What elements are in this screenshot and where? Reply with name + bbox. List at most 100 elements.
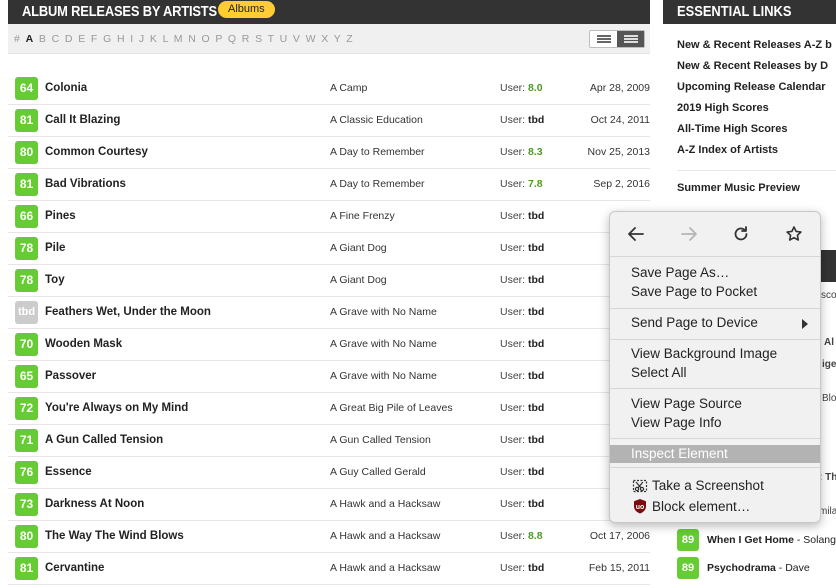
album-row[interactable]: 64 Colonia A Camp User: 8.0 Apr 28, 2009 (8, 73, 650, 105)
artist-link[interactable]: A Day to Remember (330, 178, 425, 190)
user-score: User: tbd (500, 498, 544, 510)
letter-rest[interactable]: B C D E F G H I J K L M N O P Q R S T U … (39, 33, 354, 45)
artist-link[interactable]: A Camp (330, 82, 367, 94)
metascore-badge[interactable]: 66 (15, 205, 38, 228)
artist-link[interactable]: A Hawk and a Hacksaw (330, 498, 440, 510)
album-title-link[interactable]: Bad Vibrations (45, 178, 126, 190)
sidebar-fragment: ige (822, 359, 836, 370)
album-row[interactable]: 81 Call It Blazing A Classic Education User… (8, 105, 650, 137)
album-row[interactable]: 73 Darkness At Noon A Hawk and a Hacksaw Us… (8, 489, 650, 521)
bookmark-button[interactable] (781, 222, 807, 246)
album-row[interactable]: 81 Bad Vibrations A Day to Remember User: 7… (8, 169, 650, 201)
back-button[interactable] (623, 222, 649, 246)
artist-link[interactable]: A Giant Dog (330, 242, 387, 254)
link-new-recent-date[interactable]: New & Recent Releases by D (677, 59, 832, 80)
album-title-link[interactable]: Wooden Mask (45, 338, 122, 350)
letter-selected[interactable]: A (26, 33, 35, 45)
menu-block-element[interactable]: Block element… (652, 498, 750, 516)
album-row[interactable]: 81 Cervantine A Hawk and a Hacksaw User: tb… (8, 553, 650, 585)
artist-link[interactable]: A Gun Called Tension (330, 434, 431, 446)
album-title-link[interactable]: Cervantine (45, 562, 104, 574)
metascore-badge[interactable]: 72 (15, 397, 38, 420)
album-title-link[interactable]: You're Always on My Mind (45, 402, 188, 414)
menu-save-page-as[interactable]: Save Page As… (631, 264, 729, 282)
menu-inspect-element[interactable]: Inspect Element (610, 445, 820, 463)
album-row[interactable]: 70 Wooden Mask A Grave with No Name User: t… (8, 329, 650, 361)
menu-view-background-image[interactable]: View Background Image (631, 345, 777, 363)
album-row[interactable]: 78PileA Giant DogUser: tbdMay (8, 233, 650, 265)
album-row[interactable]: 78ToyA Giant DogUser: tbdAug 2 (8, 265, 650, 297)
metascore-badge[interactable]: 80 (15, 141, 38, 164)
metascore-badge[interactable]: tbd (15, 301, 38, 324)
album-row[interactable]: 71 A Gun Called Tension A Gun Called Tensi… (8, 425, 650, 457)
album-row[interactable]: 80 Common Courtesy A Day to Remember User: … (8, 137, 650, 169)
link-summer-preview[interactable]: Summer Music Preview (677, 182, 800, 194)
menu-view-page-info[interactable]: View Page Info (631, 414, 722, 432)
album-title-link[interactable]: Feathers Wet, Under the Moon (45, 306, 211, 318)
artist-link[interactable]: A Day to Remember (330, 146, 425, 158)
album-title-link[interactable]: The Way The Wind Blows (45, 530, 184, 542)
album-title[interactable]: Psychodrama (707, 562, 776, 574)
menu-save-to-pocket[interactable]: Save Page to Pocket (631, 283, 757, 301)
album-row[interactable]: 76EssenceA Guy Called GeraldUser: tbdAug… (8, 457, 650, 489)
artist-link[interactable]: A Guy Called Gerald (330, 466, 426, 478)
metascore-badge[interactable]: 76 (15, 461, 38, 484)
album-title-link[interactable]: Colonia (45, 82, 87, 94)
album-title-link[interactable]: Pile (45, 242, 65, 254)
link-new-recent-az[interactable]: New & Recent Releases A-Z b (677, 38, 832, 59)
artist-link[interactable]: A Classic Education (330, 114, 423, 126)
album-row[interactable]: tbd Feathers Wet, Under the Moon A Grave w… (8, 297, 650, 329)
album-artist[interactable]: - Dave (776, 562, 810, 574)
artist-link[interactable]: A Great Big Pile of Leaves (330, 402, 453, 414)
album-title[interactable]: When I Get Home (707, 534, 794, 546)
album-title-link[interactable]: Call It Blazing (45, 114, 120, 126)
album-title-link[interactable]: Pines (45, 210, 76, 222)
menu-take-screenshot[interactable]: Take a Screenshot (652, 477, 764, 495)
release-date: Feb 15, 2011 (588, 562, 650, 574)
menu-send-to-device[interactable]: Send Page to Device (631, 314, 811, 332)
album-title-link[interactable]: Common Courtesy (45, 146, 148, 158)
menu-select-all[interactable]: Select All (631, 364, 687, 382)
link-upcoming-calendar[interactable]: Upcoming Release Calendar (677, 80, 832, 101)
artist-link[interactable]: A Grave with No Name (330, 370, 437, 382)
metascore-badge[interactable]: 81 (15, 109, 38, 132)
forward-button[interactable] (676, 222, 702, 246)
album-title-link[interactable]: A Gun Called Tension (45, 434, 163, 446)
user-score-label: User: (500, 466, 526, 478)
list-view-button[interactable] (590, 31, 617, 47)
user-score-label: User: (500, 114, 526, 126)
album-artist[interactable]: - Solang (794, 534, 836, 546)
metascore-badge[interactable]: 81 (15, 173, 38, 196)
album-title-link[interactable]: Essence (45, 466, 92, 478)
reload-button[interactable] (728, 222, 754, 246)
metascore-badge[interactable]: 80 (15, 525, 38, 548)
album-row[interactable]: 72 You're Always on My Mind A Great Big Pi… (8, 393, 650, 425)
artist-link[interactable]: A Hawk and a Hacksaw (330, 562, 440, 574)
metascore-badge[interactable]: 73 (15, 493, 38, 516)
album-title-link[interactable]: Toy (45, 274, 65, 286)
metascore-badge[interactable]: 78 (15, 269, 38, 292)
artist-link[interactable]: A Hawk and a Hacksaw (330, 530, 440, 542)
artist-link[interactable]: A Fine Frenzy (330, 210, 395, 222)
album-title-link[interactable]: Darkness At Noon (45, 498, 144, 510)
album-row[interactable]: 80 The Way The Wind Blows A Hawk and a Hac… (8, 521, 650, 553)
artist-link[interactable]: A Grave with No Name (330, 338, 437, 350)
link-all-time-high-scores[interactable]: All-Time High Scores (677, 122, 832, 143)
metascore-badge[interactable]: 81 (15, 557, 38, 580)
album-row[interactable]: 66PinesA Fine FrenzyUser: tbdOct 1 (8, 201, 650, 233)
metascore-badge[interactable]: 78 (15, 237, 38, 260)
link-az-index-artists[interactable]: A-Z Index of Artists (677, 143, 832, 164)
compact-view-button[interactable] (617, 31, 644, 47)
artist-link[interactable]: A Giant Dog (330, 274, 387, 286)
metascore-badge[interactable]: 71 (15, 429, 38, 452)
album-row[interactable]: 65PassoverA Grave with No NameUser: tbdJ… (8, 361, 650, 393)
menu-view-page-source[interactable]: View Page Source (631, 395, 742, 413)
artist-link[interactable]: A Grave with No Name (330, 306, 437, 318)
link-2019-high-scores[interactable]: 2019 High Scores (677, 101, 832, 122)
album-title-link[interactable]: Passover (45, 370, 96, 382)
albums-badge[interactable]: Albums (218, 1, 275, 18)
metascore-badge[interactable]: 64 (15, 77, 38, 100)
letter-hash[interactable]: # (14, 33, 21, 45)
metascore-badge[interactable]: 65 (15, 365, 38, 388)
metascore-badge[interactable]: 70 (15, 333, 38, 356)
